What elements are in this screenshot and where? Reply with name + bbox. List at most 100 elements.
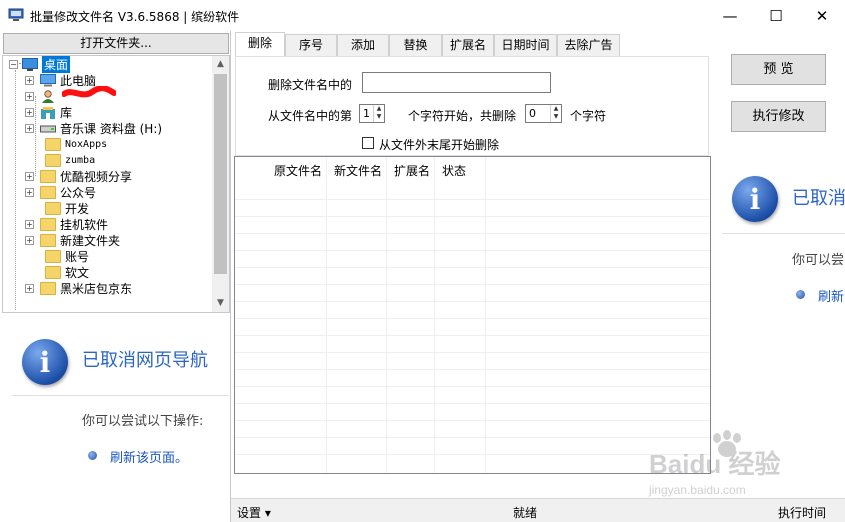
tree-label: 桌面: [42, 56, 71, 73]
folder-icon: [45, 137, 61, 151]
window-title: 批量修改文件名 V3.6.5868 | 缤纷软件: [30, 10, 240, 24]
folder-icon: [40, 281, 56, 295]
exec-time-label: 执行时间: [778, 506, 827, 520]
title-bar: 批量修改文件名 V3.6.5868 | 缤纷软件 — ☐ ✕: [0, 0, 845, 31]
tree-item-folder[interactable]: + 挂机软件: [25, 216, 108, 232]
grid-header: 原文件名 新文件名 扩展名 状态: [235, 157, 710, 185]
tree-label: 软文: [65, 265, 90, 280]
tree-item-folder[interactable]: zumba: [45, 152, 95, 168]
expand-icon[interactable]: +: [25, 107, 34, 117]
tree-item-drive-h[interactable]: + 音乐课 资料盘 (H:): [25, 120, 162, 136]
from-end-label: 从文件外末尾开始删除: [379, 138, 500, 152]
tree-item-folder[interactable]: + 优酷视频分享: [25, 168, 132, 184]
folder-icon: [40, 233, 56, 247]
bullet-icon: [88, 451, 97, 460]
bullet-icon: [796, 290, 805, 299]
file-list-grid[interactable]: 原文件名 新文件名 扩展名 状态: [234, 156, 711, 474]
close-button[interactable]: ✕: [799, 0, 845, 31]
tab-replace[interactable]: 替换: [389, 34, 442, 56]
computer-icon: [40, 73, 56, 86]
tree-item-folder[interactable]: 账号: [45, 248, 89, 264]
drive-icon: [40, 125, 56, 132]
tree-label: 黑米店包京东: [60, 281, 133, 296]
column-status[interactable]: 状态: [434, 157, 470, 185]
column-new-name[interactable]: 新文件名: [326, 157, 386, 185]
settings-menu[interactable]: 设置 ▾: [237, 504, 271, 521]
scroll-down-icon[interactable]: ▼: [212, 295, 229, 312]
tree-item-folder[interactable]: NoxApps: [45, 136, 107, 152]
user-icon: [42, 89, 54, 103]
start-chars-label: 个字符开始，共删除: [408, 109, 517, 123]
open-folder-button[interactable]: 打开文件夹...: [3, 33, 229, 54]
start-position-spinner[interactable]: 1 ▲ ▼: [359, 104, 385, 123]
tree-label: 库: [60, 105, 73, 120]
tree-label: 音乐课 资料盘 (H:): [60, 121, 163, 136]
spinner-arrows-icon[interactable]: ▲ ▼: [550, 105, 561, 122]
folder-tree[interactable]: − 桌面 + 此电脑 + + 库 + 音乐课 资料盘 (H:) NoxApps: [2, 55, 230, 313]
folder-icon: [45, 201, 61, 215]
chars-label: 个字符: [570, 109, 607, 123]
app-icon: [8, 8, 24, 21]
collapse-icon[interactable]: −: [9, 59, 18, 69]
tree-item-folder[interactable]: + 黑米店包京东: [25, 280, 132, 296]
expand-icon[interactable]: +: [25, 219, 34, 229]
execute-button[interactable]: 执行修改: [731, 101, 826, 132]
folder-icon: [45, 265, 61, 279]
tree-label: 开发: [65, 201, 90, 216]
delete-contains-label: 删除文件名中的: [268, 78, 353, 92]
tree-label: 公众号: [60, 185, 97, 200]
folder-icon: [40, 169, 56, 183]
tree-label: 账号: [65, 249, 90, 264]
nav-canceled-panel: i 已取消网页导航 你可以尝试以下操作: 刷新该页面。: [0, 313, 229, 522]
tree-label: zumba: [65, 154, 96, 166]
delete-tab-panel: 删除文件名中的 从文件名中的第 1 ▲ ▼ 个字符开始，共删除 0 ▲ ▼ 个字符 …: [235, 56, 709, 156]
spinner-arrows-icon[interactable]: ▲ ▼: [373, 105, 384, 122]
tree-item-folder[interactable]: 开发: [45, 200, 89, 216]
tree-label: 优酷视频分享: [60, 169, 133, 184]
expand-icon[interactable]: +: [25, 75, 34, 85]
tab-sequence[interactable]: 序号: [285, 34, 337, 56]
tree-label: NoxApps: [65, 138, 108, 150]
desktop-icon: [22, 57, 38, 71]
scroll-up-icon[interactable]: ▲: [212, 56, 229, 73]
from-position-label: 从文件名中的第: [268, 109, 353, 123]
folder-icon: [45, 153, 61, 167]
refresh-page-link[interactable]: 刷新该页面。: [110, 447, 188, 466]
expand-icon[interactable]: +: [25, 123, 34, 133]
tree-item-folder[interactable]: + 新建文件夹: [25, 232, 120, 248]
status-text: 就绪: [513, 506, 538, 520]
delete-contains-input[interactable]: [362, 72, 551, 93]
right-refresh-link[interactable]: 刷新: [818, 286, 844, 305]
column-original-name[interactable]: 原文件名: [235, 157, 326, 185]
tree-item-user[interactable]: +: [25, 88, 60, 104]
preview-button[interactable]: 预 览: [731, 54, 826, 85]
right-nav-canceled-subtitle: 你可以尝: [792, 253, 845, 268]
expand-icon[interactable]: +: [25, 235, 34, 245]
tree-scrollbar[interactable]: ▲ ▼: [212, 56, 229, 312]
expand-icon[interactable]: +: [25, 91, 34, 101]
tree-item-desktop[interactable]: − 桌面: [9, 56, 71, 73]
expand-icon[interactable]: +: [25, 187, 34, 197]
tree-item-folder[interactable]: + 公众号: [25, 184, 96, 200]
tab-delete[interactable]: 删除: [235, 32, 285, 56]
tree-item-library[interactable]: + 库: [25, 104, 72, 120]
from-end-checkbox[interactable]: [362, 137, 374, 149]
tree-label: 新建文件夹: [60, 233, 121, 248]
info-icon: i: [732, 176, 778, 222]
info-icon: i: [22, 339, 68, 385]
maximize-button[interactable]: ☐: [753, 0, 799, 31]
folder-icon: [40, 217, 56, 231]
tab-add[interactable]: 添加: [337, 34, 389, 56]
right-nav-canceled-panel: i 已取消 你可以尝 刷新: [712, 156, 845, 496]
tab-datetime[interactable]: 日期时间: [494, 34, 557, 56]
expand-icon[interactable]: +: [25, 171, 34, 181]
minimize-button[interactable]: —: [707, 0, 753, 31]
scroll-thumb[interactable]: [214, 74, 227, 274]
column-extension[interactable]: 扩展名: [386, 157, 434, 185]
expand-icon[interactable]: +: [25, 283, 34, 293]
delete-count-spinner[interactable]: 0 ▲ ▼: [525, 104, 562, 123]
tab-extension[interactable]: 扩展名: [442, 34, 494, 56]
tab-remove-ads[interactable]: 去除广告: [557, 34, 620, 56]
tree-label: 挂机软件: [60, 217, 109, 232]
tree-item-folder[interactable]: 软文: [45, 264, 89, 280]
